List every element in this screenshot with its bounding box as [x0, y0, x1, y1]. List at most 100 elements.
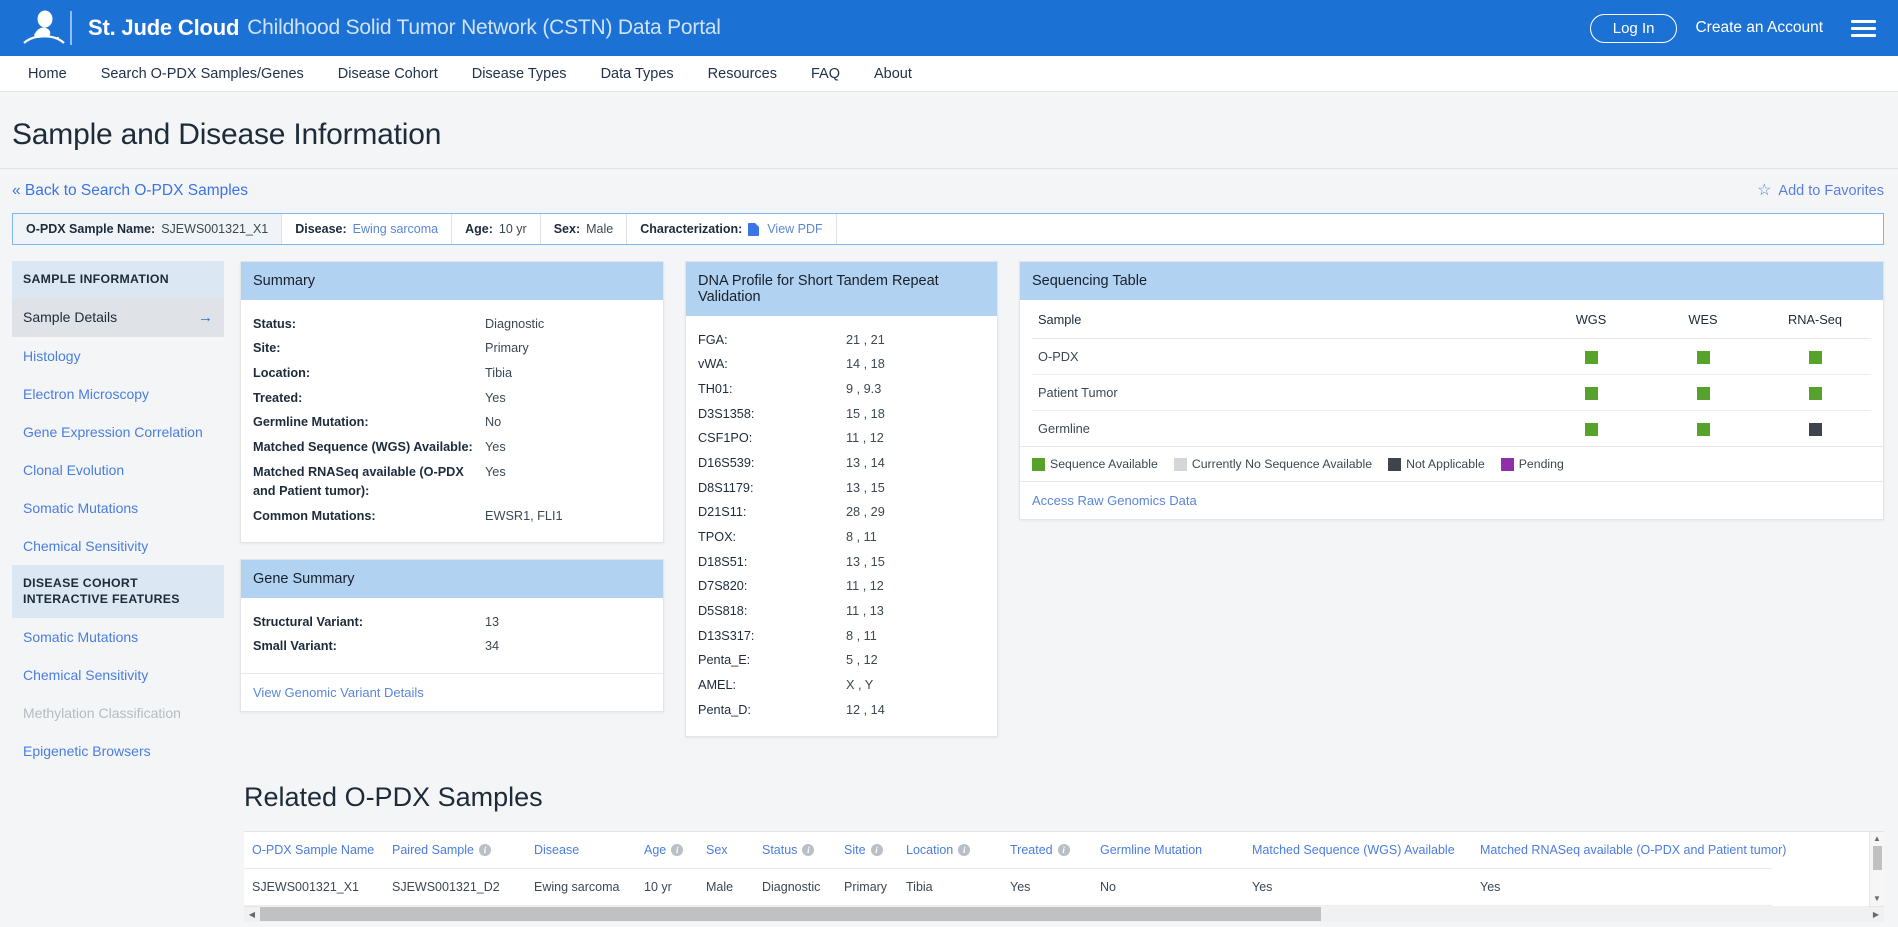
horizontal-scroll-track[interactable] — [260, 906, 1868, 923]
login-button[interactable]: Log In — [1589, 13, 1678, 43]
sidebar-item-clonal-evolution[interactable]: Clonal Evolution — [12, 451, 224, 489]
info-icon[interactable]: i — [802, 844, 815, 857]
nav-item-disease-types[interactable]: Disease Types — [455, 56, 584, 92]
sidebar-item-sample-details[interactable]: Sample Details → — [12, 297, 224, 337]
sex-value: Male — [586, 222, 614, 236]
nav-item-disease-cohort[interactable]: Disease Cohort — [321, 56, 455, 92]
sidebar-item-cohort-somatic-mutations[interactable]: Somatic Mutations — [12, 618, 224, 656]
dna-alleles: 11 , 12 — [846, 579, 884, 594]
status-square-available — [1808, 387, 1822, 401]
brand-logo-group[interactable]: St. Jude Cloud Childhood Solid Tumor Net… — [22, 5, 721, 51]
rel-col-label[interactable]: Disease — [534, 843, 579, 857]
hamburger-menu-icon[interactable] — [1851, 19, 1876, 37]
dna-locus: D3S1358: — [698, 406, 755, 421]
table-row: Germline — [1032, 411, 1871, 447]
info-icon[interactable]: i — [1057, 844, 1070, 857]
seq-status-rnaseq — [1759, 411, 1871, 447]
rel-cell-paired-sample: SJEWS001321_D2 — [384, 868, 526, 906]
summary-key: Matched RNASeq available (O-PDX and Pati… — [253, 464, 464, 499]
sex-label: Sex: — [553, 222, 581, 236]
rel-col-label[interactable]: Sex — [706, 843, 728, 857]
rel-col-label[interactable]: Location — [906, 843, 953, 857]
info-icon[interactable]: i — [671, 844, 684, 857]
rel-col-label[interactable]: Matched Sequence (WGS) Available — [1252, 843, 1455, 857]
dna-alleles: 8 , 11 — [846, 530, 877, 544]
info-icon[interactable]: i — [479, 844, 491, 857]
status-square-available — [1584, 387, 1598, 401]
info-icon[interactable]: i — [958, 844, 971, 857]
scroll-left-arrow-icon[interactable]: ◀ — [244, 910, 260, 919]
nav-item-resources[interactable]: Resources — [691, 56, 794, 92]
rel-col-label[interactable]: Treated — [1010, 843, 1053, 857]
sidebar-item-epigenetic-browsers[interactable]: Epigenetic Browsers — [12, 732, 224, 770]
nav-item-home[interactable]: Home — [14, 56, 84, 92]
sidebar-item-cohort-chemical-sensitivity[interactable]: Chemical Sensitivity — [12, 656, 224, 694]
sidebar-item-somatic-mutations[interactable]: Somatic Mutations — [12, 489, 224, 527]
seq-status-rnaseq — [1759, 374, 1871, 412]
status-square-available — [1808, 351, 1822, 365]
dna-alleles: 15 , 18 — [846, 406, 885, 421]
nav-item-about[interactable]: About — [857, 56, 929, 92]
sidebar-item-label: Chemical Sensitivity — [23, 537, 149, 554]
access-raw-genomics-data-link[interactable]: Access Raw Genomics Data — [1020, 481, 1883, 519]
gene-summary-card-body: Structural Variant: 13 Small Variant: 34 — [241, 598, 663, 672]
add-to-favorites-button[interactable]: ☆ Add to Favorites — [1757, 183, 1884, 200]
related-table-horizontal-scrollbar[interactable]: ◀ ▶ — [244, 905, 1884, 923]
rel-cell-matched-rnaseq: Yes — [1472, 868, 1772, 906]
dna-row: vWA: 14 , 18 — [698, 353, 985, 378]
horizontal-scroll-thumb[interactable] — [260, 907, 1322, 922]
seq-status-wes — [1647, 374, 1759, 412]
view-genomic-variant-details-link[interactable]: View Genomic Variant Details — [241, 672, 663, 711]
sidebar-item-chemical-sensitivity[interactable]: Chemical Sensitivity — [12, 527, 224, 565]
back-to-search-link[interactable]: « Back to Search O-PDX Samples — [12, 182, 248, 200]
info-bar-filler — [837, 214, 1883, 244]
scroll-down-arrow-icon[interactable]: ▼ — [1870, 892, 1884, 906]
rel-cell-matched-wgs: Yes — [1244, 868, 1472, 906]
rel-col-label[interactable]: Site — [844, 843, 866, 857]
rel-cell-treated: Yes — [1002, 868, 1092, 906]
sequencing-table-body: Sample WGS WES RNA-Seq O-PDX Patient Tum… — [1020, 300, 1883, 446]
info-cell-sample-name: O-PDX Sample Name: SJEWS001321_X1 — [13, 214, 283, 244]
rel-col-label[interactable]: Germline Mutation — [1100, 843, 1202, 857]
summary-row: Status: Diagnostic — [253, 312, 651, 337]
seq-status-wgs — [1535, 338, 1647, 376]
rel-col-label[interactable]: Status — [762, 843, 797, 857]
gene-summary-row: Structural Variant: 13 — [253, 610, 651, 635]
scroll-up-arrow-icon[interactable]: ▲ — [1870, 832, 1884, 846]
status-square-not-applicable — [1808, 423, 1822, 437]
sidebar-item-electron-microscopy[interactable]: Electron Microscopy — [12, 375, 224, 413]
rel-col-label[interactable]: Age — [644, 843, 666, 857]
dna-row: D5S818: 11 , 13 — [698, 600, 985, 625]
dna-profile-card-body: FGA: 21 , 21 vWA: 14 , 18 TH01: 9 , 9.3 D3S… — [686, 316, 997, 736]
create-account-link[interactable]: Create an Account — [1695, 19, 1823, 37]
view-pdf-link[interactable]: View PDF — [767, 222, 822, 236]
pdf-file-icon — [748, 222, 760, 236]
summary-value: EWSR1, FLI1 — [485, 509, 563, 523]
rel-col-label[interactable]: Paired Sample — [392, 843, 474, 857]
info-icon[interactable]: i — [870, 844, 883, 857]
dna-locus: AMEL: — [698, 678, 737, 693]
dna-alleles: 12 , 14 — [846, 702, 885, 717]
header-actions: Log In Create an Account — [1589, 13, 1876, 43]
rel-col-label[interactable]: O-PDX Sample Name — [252, 843, 374, 857]
sidebar-item-gene-expression-correlation[interactable]: Gene Expression Correlation — [12, 413, 224, 451]
rel-col-label[interactable]: Matched RNASeq available (O-PDX and Pati… — [1480, 843, 1786, 857]
disease-value-link[interactable]: Ewing sarcoma — [353, 222, 438, 236]
nav-item-faq[interactable]: FAQ — [794, 56, 857, 92]
vertical-scroll-thumb[interactable] — [1873, 845, 1882, 870]
status-square-available — [1584, 423, 1598, 437]
sidebar-item-label: Somatic Mutations — [23, 499, 139, 516]
dna-locus: FGA: — [698, 332, 728, 347]
nav-item-data-types[interactable]: Data Types — [584, 56, 691, 92]
dna-locus: D8S1179: — [698, 480, 754, 495]
related-table-vertical-scrollbar[interactable]: ▲ ▼ — [1869, 831, 1884, 906]
nav-item-search[interactable]: Search O-PDX Samples/Genes — [84, 56, 321, 92]
summary-value: Tibia — [485, 365, 513, 380]
dna-locus: D21S11: — [698, 505, 747, 520]
legend-label: Currently No Sequence Available — [1191, 457, 1373, 472]
legend-label: Pending — [1518, 457, 1564, 472]
scroll-right-arrow-icon[interactable]: ▶ — [1868, 910, 1884, 919]
sidebar-item-histology[interactable]: Histology — [12, 337, 224, 375]
summary-key: Status: — [253, 316, 296, 331]
summary-value: Yes — [485, 390, 506, 405]
